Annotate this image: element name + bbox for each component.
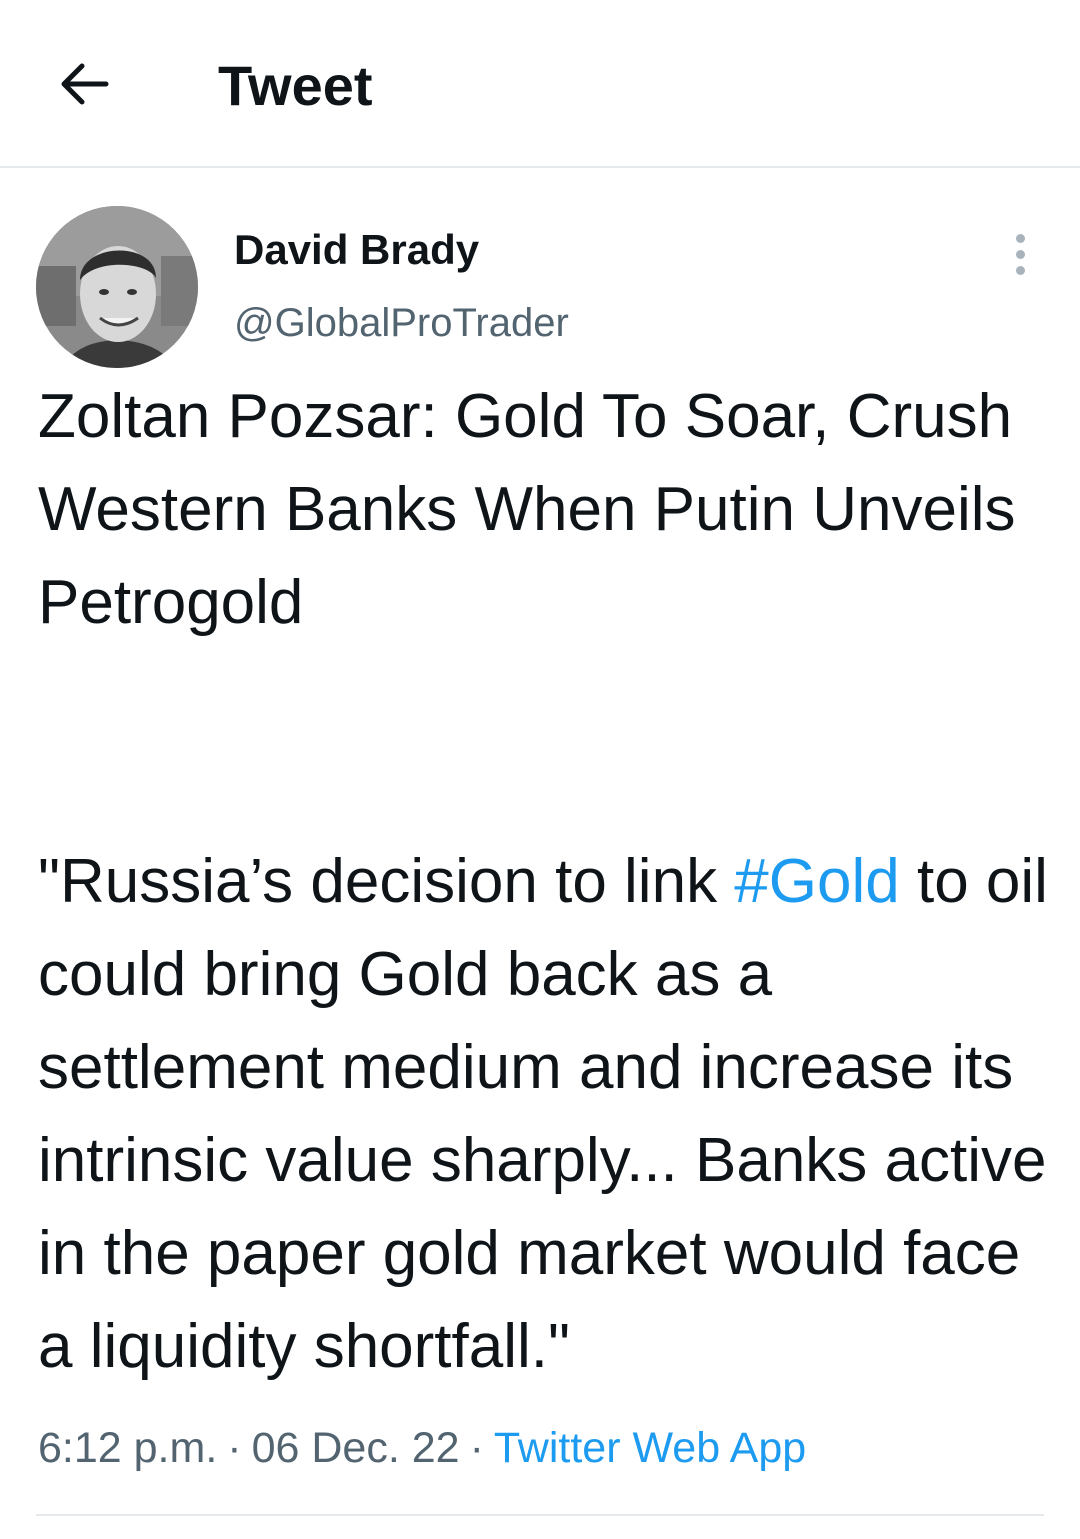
tweet-time[interactable]: 6:12 p.m. (38, 1424, 217, 1472)
tweet-text: Zoltan Pozsar: Gold To Soar, Crush Weste… (38, 370, 1048, 1393)
tweet-meta: 6:12 p.m. · 06 Dec. 22 · Twitter Web App (38, 1424, 807, 1472)
divider (36, 1514, 1044, 1516)
tweet-source-link[interactable]: Twitter Web App (494, 1424, 806, 1472)
back-button[interactable] (52, 52, 116, 116)
author-handle[interactable]: @GlobalProTrader (234, 298, 569, 348)
tweet-date[interactable]: 06 Dec. 22 (252, 1424, 460, 1472)
arrow-left-icon (61, 63, 109, 105)
author-name[interactable]: David Brady (234, 224, 479, 276)
tweet-headline: Zoltan Pozsar: Gold To Soar, Crush Weste… (38, 382, 1016, 637)
page-title: Tweet (218, 54, 373, 117)
avatar[interactable] (36, 206, 198, 368)
more-options-button[interactable] (998, 228, 1042, 280)
more-vertical-icon (1015, 233, 1025, 243)
tweet-quote: "Russia’s decision to link #Gold to oil … (38, 847, 1048, 1381)
top-bar: Tweet (0, 0, 1080, 168)
hashtag-link[interactable]: #Gold (734, 847, 899, 916)
